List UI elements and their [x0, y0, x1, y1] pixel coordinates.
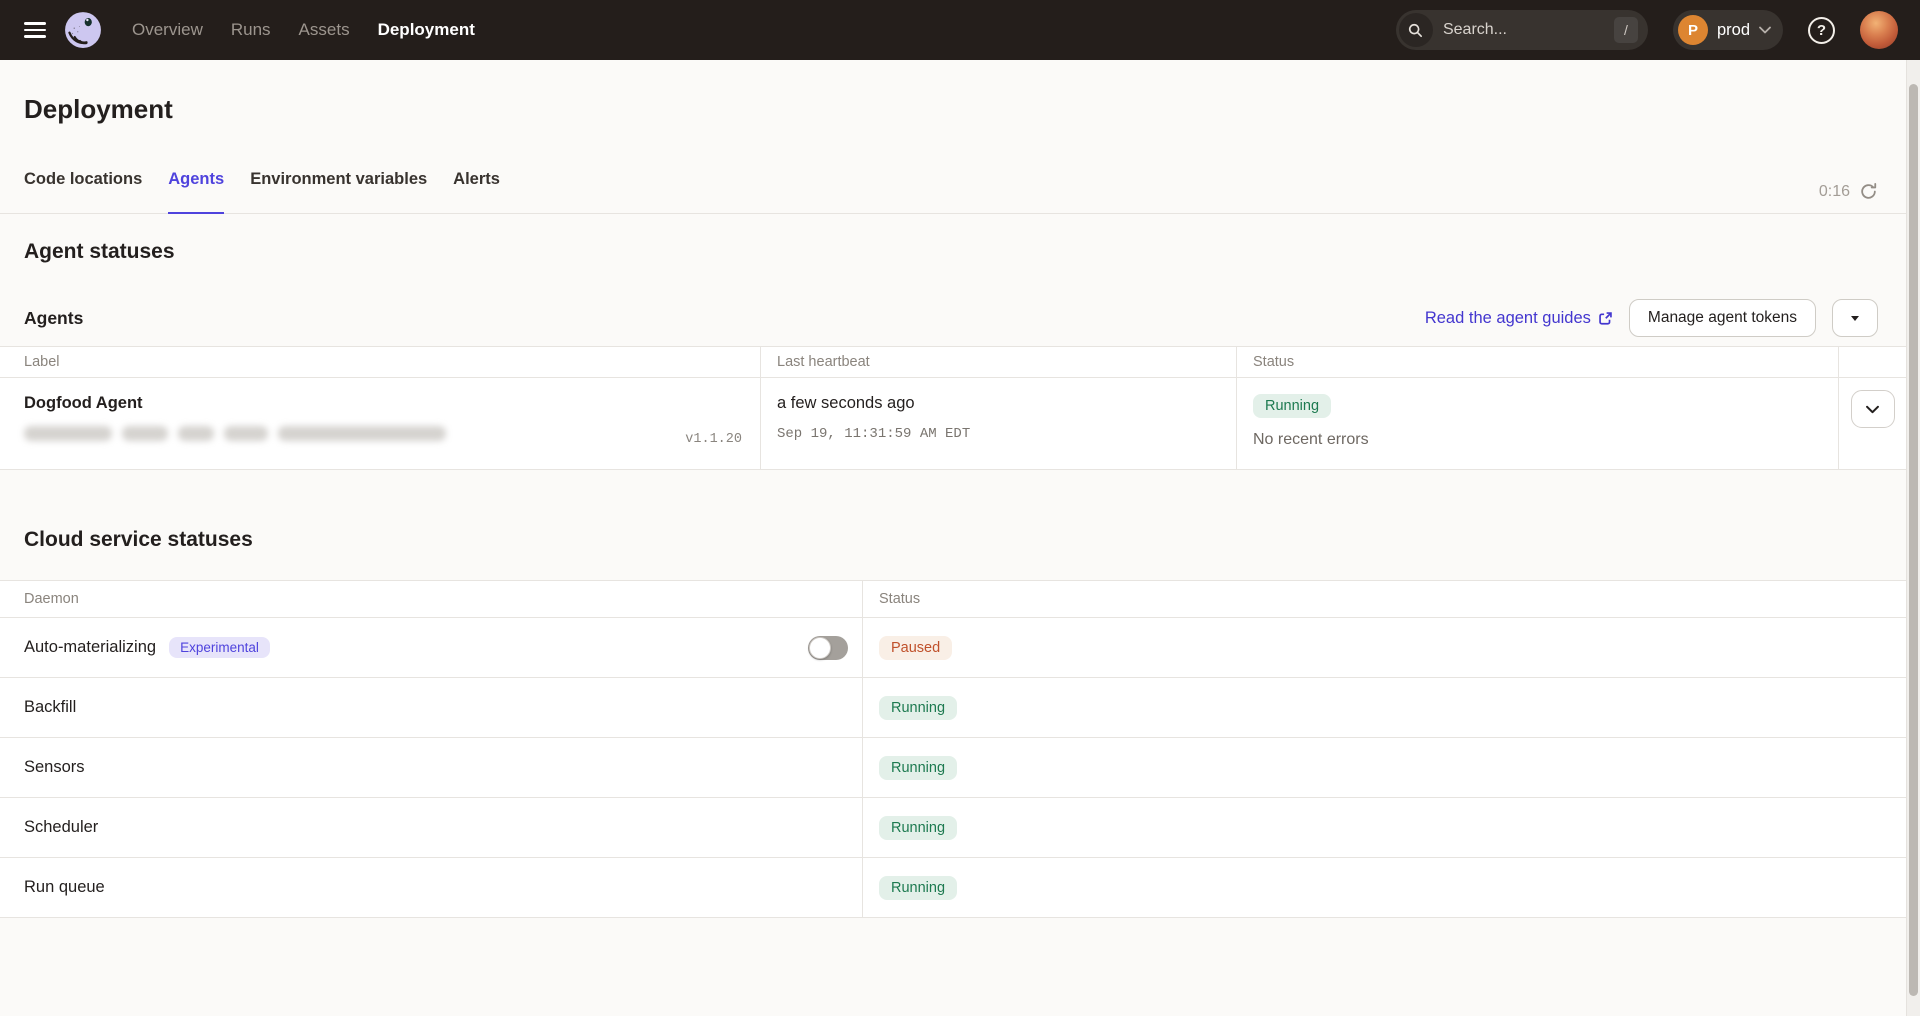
page-title: Deployment [24, 94, 1920, 126]
status-badge: Paused [879, 636, 952, 660]
daemon-name: Sensors [24, 758, 85, 777]
nav-item-runs[interactable]: Runs [231, 20, 271, 40]
agent-row-expand-button[interactable] [1851, 390, 1895, 428]
nav-item-overview[interactable]: Overview [132, 20, 203, 40]
table-row-auto-materializing: Auto-materializing Experimental Paused [0, 618, 1906, 678]
agents-table: Label Last heartbeat Status Dogfood Agen… [0, 346, 1906, 470]
redacted-agent-id [24, 426, 760, 441]
column-header-last-heartbeat: Last heartbeat [760, 347, 1236, 377]
column-header-label: Label [0, 347, 760, 377]
agent-version: v1.1.20 [685, 432, 742, 447]
heartbeat-relative-time: a few seconds ago [777, 394, 1236, 413]
table-row-backfill: Backfill Running [0, 678, 1906, 738]
manage-agent-tokens-button[interactable]: Manage agent tokens [1629, 299, 1816, 337]
cloud-services-table: Daemon Status Auto-materializing Experim… [0, 580, 1906, 918]
column-header-status: Status [862, 581, 1906, 617]
agent-status-badge: Running [1253, 394, 1331, 418]
search-placeholder: Search... [1443, 21, 1507, 39]
keyboard-shortcut-badge: / [1614, 17, 1638, 43]
agent-row: Dogfood Agent v1.1.20 a few seconds ago … [0, 378, 1906, 470]
agent-guides-link[interactable]: Read the agent guides [1425, 309, 1613, 328]
tab-environment-variables[interactable]: Environment variables [250, 160, 427, 213]
nav-item-deployment[interactable]: Deployment [378, 20, 475, 40]
toggle-knob [809, 637, 831, 659]
scrollbar-track [1906, 60, 1920, 1016]
tab-alerts[interactable]: Alerts [453, 160, 500, 213]
refresh-timer: 0:16 [1819, 183, 1850, 201]
primary-nav: Overview Runs Assets Deployment [132, 20, 475, 40]
deployment-switcher[interactable]: P prod [1673, 10, 1783, 50]
deployment-name: prod [1717, 21, 1750, 40]
chevron-down-icon [1866, 405, 1879, 414]
table-row-scheduler: Scheduler Running [0, 798, 1906, 858]
cloud-table-header: Daemon Status [0, 580, 1906, 618]
user-avatar[interactable] [1860, 11, 1898, 49]
status-badge: Running [879, 756, 957, 780]
daemon-name: Auto-materializing [24, 638, 156, 657]
auto-materializing-toggle[interactable] [808, 636, 848, 660]
agent-statuses-heading: Agent statuses [24, 240, 1920, 268]
status-badge: Running [879, 816, 957, 840]
scrollbar[interactable] [1909, 84, 1918, 996]
caret-down-icon [1851, 316, 1859, 321]
experimental-badge: Experimental [169, 637, 270, 658]
external-link-icon [1598, 311, 1613, 326]
daemon-name: Scheduler [24, 818, 98, 837]
status-badge: Running [879, 696, 957, 720]
chevron-down-icon [1759, 26, 1771, 34]
table-row-run-queue: Run queue Running [0, 858, 1906, 918]
deployment-tabs: Code locations Agents Environment variab… [0, 160, 1920, 214]
heartbeat-timestamp: Sep 19, 11:31:59 AM EDT [777, 426, 1236, 442]
search-icon [1399, 13, 1433, 47]
table-row-sensors: Sensors Running [0, 738, 1906, 798]
tab-code-locations[interactable]: Code locations [24, 160, 142, 213]
org-initial-badge: P [1678, 15, 1708, 45]
column-header-daemon: Daemon [0, 581, 862, 617]
search-input[interactable]: Search... / [1396, 10, 1648, 50]
agent-name: Dogfood Agent [24, 394, 760, 413]
agent-status-note: No recent errors [1253, 431, 1838, 449]
top-navigation-bar: Overview Runs Assets Deployment Search..… [0, 0, 1920, 60]
agents-table-header: Label Last heartbeat Status [0, 346, 1906, 378]
menu-icon[interactable] [24, 22, 46, 38]
agent-guides-link-label: Read the agent guides [1425, 309, 1591, 328]
dagster-logo-icon[interactable] [62, 9, 104, 51]
help-icon[interactable]: ? [1808, 17, 1835, 44]
nav-item-assets[interactable]: Assets [299, 20, 350, 40]
agents-subheading: Agents [24, 308, 83, 329]
daemon-name: Run queue [24, 878, 105, 897]
cloud-service-statuses-heading: Cloud service statuses [24, 528, 1920, 558]
column-header-status: Status [1236, 347, 1838, 377]
tab-agents[interactable]: Agents [168, 160, 224, 214]
refresh-icon[interactable] [1859, 182, 1878, 201]
status-badge: Running [879, 876, 957, 900]
daemon-name: Backfill [24, 698, 76, 717]
agents-more-actions-button[interactable] [1832, 299, 1878, 337]
